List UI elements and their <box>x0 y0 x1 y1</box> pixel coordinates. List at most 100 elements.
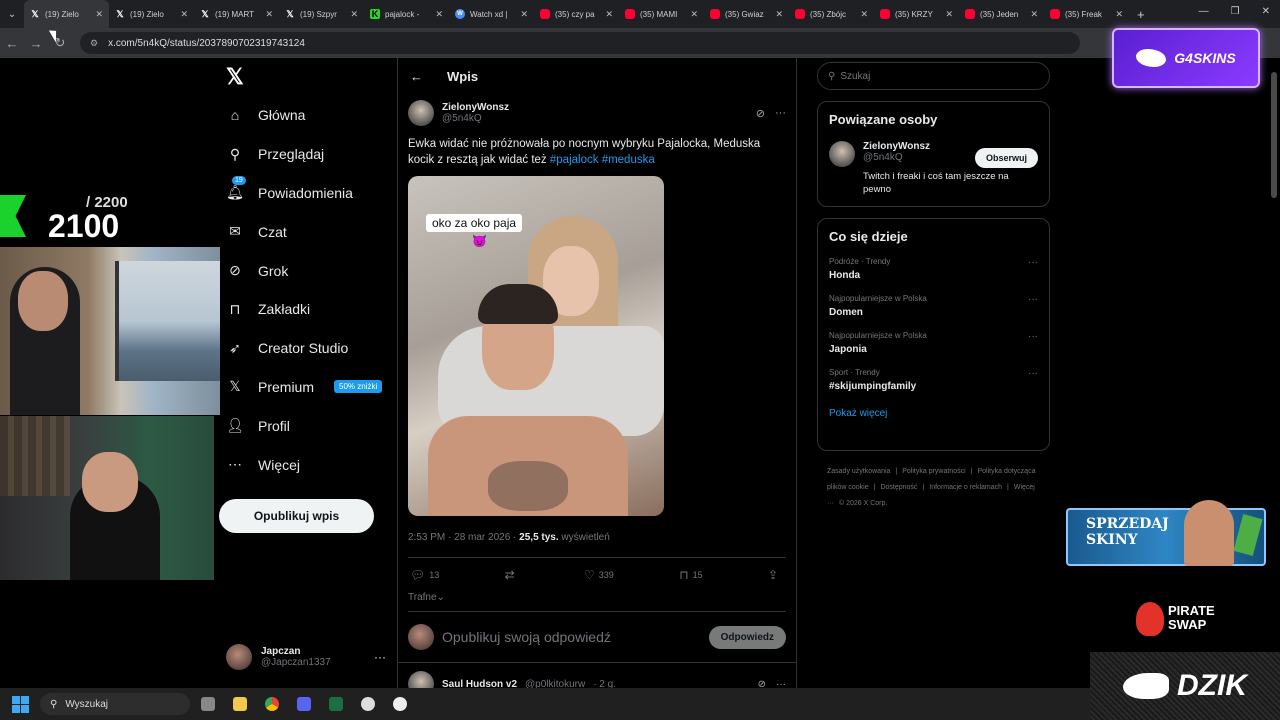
reply-input[interactable]: Opublikuj swoją odpowiedź <box>442 629 701 645</box>
sidebar-item-mail[interactable]: ✉ Czat <box>226 212 391 251</box>
sidebar-item-home[interactable]: ⌂ Główna <box>226 96 391 135</box>
browser-tab[interactable]: (35) Gwiaz ✕ <box>704 0 789 28</box>
forward-icon[interactable]: → <box>24 36 48 51</box>
more-icon[interactable]: ··· <box>1028 294 1038 305</box>
trend-item[interactable]: Podróże · Trendy Honda ··· <box>829 257 1038 281</box>
trend-item[interactable]: Najpopularniejsze w Polska Domen ··· <box>829 294 1038 318</box>
avatar[interactable] <box>829 141 855 167</box>
sidebar-item-bookmark[interactable]: ⊓ Zakładki <box>226 290 391 329</box>
task-view-icon[interactable] <box>194 690 222 718</box>
minimize-icon[interactable]: — <box>1199 6 1209 17</box>
tweet-photo[interactable]: oko za oko paja 😈 <box>408 176 664 516</box>
x-logo-icon[interactable]: 𝕏 <box>226 64 244 90</box>
sidebar-item-search[interactable]: ⚲ Przeglądaj <box>226 135 391 174</box>
close-window-icon[interactable]: ✕ <box>1262 6 1270 17</box>
grok-icon[interactable]: ⊘ <box>756 107 765 120</box>
browser-tab[interactable]: (35) Jeden ✕ <box>959 0 1044 28</box>
close-tab-icon[interactable]: ✕ <box>1115 9 1123 20</box>
new-tab-button[interactable]: + <box>1137 7 1145 22</box>
trend-item[interactable]: Najpopularniejsze w Polska Japonia ··· <box>829 331 1038 355</box>
footer-link[interactable]: Dostępność <box>880 484 917 491</box>
back-arrow-icon[interactable]: ← <box>410 69 423 84</box>
publish-post-button[interactable]: Opublikuj wpis <box>219 499 374 533</box>
browser-tab[interactable]: 𝕏 (19) Szpyr ✕ <box>279 0 364 28</box>
close-tab-icon[interactable]: ✕ <box>180 9 188 20</box>
bookmark-action[interactable]: ⊓ 15 <box>679 568 702 582</box>
footer-link[interactable]: Polityka prywatności <box>902 468 965 475</box>
taskbar-search[interactable]: ⚲ Wyszukaj <box>40 693 190 715</box>
reply-button[interactable]: Odpowiedz <box>708 625 786 649</box>
close-tab-icon[interactable]: ✕ <box>350 9 358 20</box>
close-tab-icon[interactable]: ✕ <box>605 9 613 20</box>
tweet-meta: 2:53 PM · 28 mar 2026 · 25,5 tys. wyświe… <box>408 532 786 543</box>
sidebar-item-rocket[interactable]: ➶ Creator Studio <box>226 329 391 368</box>
excel-icon[interactable] <box>322 690 350 718</box>
close-tab-icon[interactable]: ✕ <box>860 9 868 20</box>
author-name[interactable]: ZielonyWonsz <box>442 102 509 113</box>
avatar[interactable] <box>408 100 434 126</box>
browser-tab[interactable]: 𝕏 (19) Zielo ✕ <box>24 0 109 28</box>
site-info-icon[interactable]: ⚙ <box>90 38 98 49</box>
follow-button[interactable]: Obserwuj <box>974 148 1038 168</box>
sidebar-item-x[interactable]: 𝕏 Premium 50% zniżki <box>226 368 391 407</box>
more-icon[interactable]: ··· <box>775 107 786 120</box>
hashtag-pajalock[interactable]: #pajalock <box>550 154 599 166</box>
chrome-icon[interactable] <box>258 690 286 718</box>
browser-tab[interactable]: 𝕏 (19) Zielo ✕ <box>109 0 194 28</box>
footer-link[interactable]: © 2026 X Corp. <box>839 500 887 507</box>
footer-link[interactable]: Zasady użytkowania <box>827 468 890 475</box>
browser-tab[interactable]: (35) KRZY ✕ <box>874 0 959 28</box>
show-more-link[interactable]: Pokaż więcej <box>829 408 1038 419</box>
tweet-time[interactable]: 2:53 PM · 28 mar 2026 · <box>408 532 519 543</box>
browser-tab[interactable]: (35) Freak ✕ <box>1044 0 1129 28</box>
like-action[interactable]: ♡ 339 <box>584 568 614 582</box>
windows-start-icon[interactable] <box>12 695 32 713</box>
close-tab-icon[interactable]: ✕ <box>265 9 273 20</box>
maximize-icon[interactable]: ❐ <box>1231 6 1240 17</box>
photo-shape <box>488 461 568 511</box>
file-explorer-icon[interactable] <box>226 690 254 718</box>
sidebar-item-person[interactable]: 👤︎ Profil <box>226 406 391 445</box>
browser-tab[interactable]: (35) czy pa ✕ <box>534 0 619 28</box>
close-tab-icon[interactable]: ✕ <box>435 9 443 20</box>
scrollbar[interactable] <box>1270 60 1278 688</box>
more-icon[interactable]: ··· <box>1028 257 1038 268</box>
account-switcher[interactable]: Japczan @Japczan1337 ··· <box>226 644 386 670</box>
browser-tab[interactable]: 𝕏 (19) MART ✕ <box>194 0 279 28</box>
obs-icon[interactable] <box>354 690 382 718</box>
url-field[interactable]: ⚙ x.com/5n4kQ/status/2037890702319743124 <box>80 32 1080 54</box>
browser-tab[interactable]: (35) MAMI ✕ <box>619 0 704 28</box>
tab-title: (35) Gwiaz <box>725 9 764 19</box>
close-tab-icon[interactable]: ✕ <box>945 9 953 20</box>
hashtag-meduska[interactable]: #meduska <box>602 154 655 166</box>
more-icon[interactable]: ··· <box>1028 331 1038 342</box>
reply-action[interactable]: 💬︎ 13 <box>410 568 439 582</box>
search-input[interactable]: ⚲ Szukaj <box>817 62 1050 90</box>
back-icon[interactable]: ← <box>0 36 24 51</box>
more-icon[interactable]: ··· <box>1028 368 1038 379</box>
scrollbar-thumb[interactable] <box>1271 72 1277 198</box>
youtube-icon <box>710 9 720 19</box>
share-action[interactable]: ⇪ <box>768 568 778 582</box>
discord-icon[interactable] <box>290 690 318 718</box>
more-icon[interactable]: ··· <box>374 650 386 664</box>
sidebar-item-grok[interactable]: ⊘ Grok <box>226 251 391 290</box>
repost-action[interactable]: ⇄ <box>505 568 519 582</box>
x-icon: 𝕏 <box>286 8 294 19</box>
close-tab-icon[interactable]: ✕ <box>775 9 783 20</box>
close-tab-icon[interactable]: ✕ <box>690 9 698 20</box>
sidebar-item-more[interactable]: ⋯ Więcej <box>226 445 391 484</box>
trend-item[interactable]: Sport · Trendy #skijumpingfamily ··· <box>829 368 1038 392</box>
close-tab-icon[interactable]: ✕ <box>520 9 528 20</box>
settings-icon[interactable] <box>386 690 414 718</box>
author-handle[interactable]: @5n4kQ <box>442 113 509 124</box>
browser-tab[interactable]: Kpajalock - ✕ <box>364 0 449 28</box>
browser-tab[interactable]: (35) Zbójc ✕ <box>789 0 874 28</box>
sidebar-item-bell[interactable]: 🔔︎ 19 Powiadomienia <box>226 174 391 213</box>
close-tab-icon[interactable]: ✕ <box>1030 9 1038 20</box>
sort-dropdown[interactable]: Trafne⌄ <box>408 592 786 603</box>
tab-search-icon[interactable]: ⌄ <box>0 0 24 28</box>
footer-link[interactable]: Informacje o reklamach <box>929 484 1002 491</box>
browser-tab[interactable]: W Watch xd | ✕ <box>449 0 534 28</box>
close-tab-icon[interactable]: ✕ <box>95 9 103 20</box>
